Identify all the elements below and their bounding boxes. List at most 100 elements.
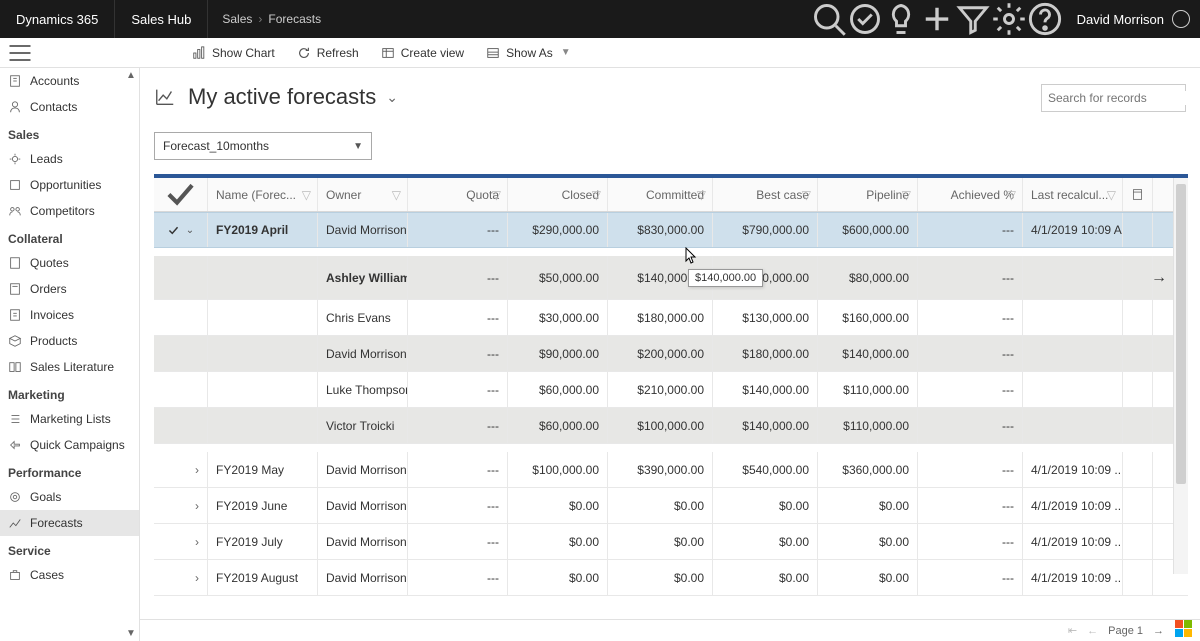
cell-owner[interactable]: David Morrison: [318, 488, 408, 523]
column-best-case[interactable]: Best case▽: [713, 178, 818, 211]
sidebar-item-invoices[interactable]: Invoices: [0, 302, 139, 328]
table-row[interactable]: Chris Evans --- $30,000.00 $180,000.00 $…: [154, 300, 1188, 336]
table-row[interactable]: David Morrison --- $90,000.00 $200,000.0…: [154, 336, 1188, 372]
create-view-label: Create view: [401, 46, 464, 60]
scroll-down-icon[interactable]: ▼: [124, 626, 138, 641]
sidebar-item-label: Sales Literature: [30, 360, 114, 374]
next-page-icon[interactable]: →: [1153, 625, 1164, 637]
table-row[interactable]: ⌄ FY2019 April David Morrison --- $290,0…: [154, 212, 1188, 248]
sidebar-item-goals[interactable]: Goals: [0, 484, 139, 510]
hamburger-icon[interactable]: [6, 39, 34, 67]
collapse-icon[interactable]: ⌄: [186, 225, 194, 236]
cell-name[interactable]: FY2019 May: [208, 452, 318, 487]
add-icon[interactable]: [919, 0, 955, 38]
lightbulb-icon[interactable]: [883, 0, 919, 38]
select-all-column[interactable]: [154, 178, 208, 211]
scroll-up-icon[interactable]: ▲: [124, 68, 138, 83]
sidebar-item-forecasts[interactable]: Forecasts: [0, 510, 139, 536]
expand-icon[interactable]: ›: [154, 488, 208, 523]
period-select[interactable]: Forecast_10months ▼: [154, 132, 372, 160]
show-chart-button[interactable]: Show Chart: [190, 42, 277, 64]
sidebar-item-products[interactable]: Products: [0, 328, 139, 354]
table-row[interactable]: › FY2019 June David Morrison --- $0.00 $…: [154, 488, 1188, 524]
search-icon[interactable]: [811, 0, 847, 38]
column-settings-icon[interactable]: [1123, 178, 1153, 211]
cell-owner[interactable]: David Morrison: [318, 336, 408, 371]
expand-icon[interactable]: ›: [154, 452, 208, 487]
column-name[interactable]: Name (Forec...▽: [208, 178, 318, 211]
cell-name[interactable]: FY2019 April: [208, 213, 318, 247]
cell-owner[interactable]: David Morrison: [318, 560, 408, 595]
sidebar-item-orders[interactable]: Orders: [0, 276, 139, 302]
sidebar-item-leads[interactable]: Leads: [0, 146, 139, 172]
sidebar-item-quick-campaigns[interactable]: Quick Campaigns: [0, 432, 139, 458]
scrollbar-thumb[interactable]: [1176, 184, 1186, 484]
cell-committed: $0.00: [608, 524, 713, 559]
search-input[interactable]: [1048, 91, 1200, 105]
table-row[interactable]: › FY2019 May David Morrison --- $100,000…: [154, 452, 1188, 488]
column-committed[interactable]: Committed▽: [608, 178, 713, 211]
drill-arrow-icon[interactable]: →: [1148, 267, 1153, 289]
cell-owner[interactable]: Chris Evans: [318, 300, 408, 335]
cell-owner[interactable]: Ashley Williams: [318, 256, 408, 299]
sidebar-item-accounts[interactable]: Accounts: [0, 68, 139, 94]
cell-pipeline: $110,000.00: [818, 408, 918, 443]
table-row[interactable]: Luke Thompson --- $60,000.00 $210,000.00…: [154, 372, 1188, 408]
cell-closed: $30,000.00: [508, 300, 608, 335]
column-closed[interactable]: Closed▽: [508, 178, 608, 211]
brand[interactable]: Dynamics 365: [0, 0, 115, 38]
sidebar-item-competitors[interactable]: Competitors: [0, 198, 139, 224]
table-row[interactable]: Ashley Williams --- $50,000.00 $140,000.…: [154, 256, 1188, 300]
refresh-button[interactable]: Refresh: [295, 42, 361, 64]
cell-name[interactable]: FY2019 June: [208, 488, 318, 523]
settings-icon[interactable]: [991, 0, 1027, 38]
cell-owner[interactable]: Luke Thompson: [318, 372, 408, 407]
vertical-scrollbar[interactable]: [1173, 178, 1188, 574]
sidebar-item-cases[interactable]: Cases: [0, 562, 139, 588]
cell-committed: $390,000.00: [608, 452, 713, 487]
sidebar-item-opportunities[interactable]: Opportunities: [0, 172, 139, 198]
sidebar-item-sales-literature[interactable]: Sales Literature: [0, 354, 139, 380]
column-achieved[interactable]: Achieved %▽: [918, 178, 1023, 211]
search-records[interactable]: [1041, 84, 1186, 112]
sidebar-item-label: Marketing Lists: [30, 412, 111, 426]
filter-icon: ▽: [1007, 188, 1016, 202]
cell-owner[interactable]: David Morrison: [318, 213, 408, 247]
sidebar-item-marketing-lists[interactable]: Marketing Lists: [0, 406, 139, 432]
help-icon[interactable]: [1027, 0, 1063, 38]
view-selector[interactable]: My active forecasts⌄: [188, 84, 398, 110]
cell-owner[interactable]: David Morrison: [318, 524, 408, 559]
column-quota[interactable]: Quota▽: [408, 178, 508, 211]
show-as-button[interactable]: Show As▼: [484, 42, 573, 64]
refresh-label: Refresh: [317, 46, 359, 60]
expand-icon[interactable]: ›: [154, 560, 208, 595]
breadcrumb-root[interactable]: Sales: [222, 12, 252, 26]
app-name[interactable]: Sales Hub: [115, 0, 208, 38]
cell-name[interactable]: FY2019 August: [208, 560, 318, 595]
table-row[interactable]: › FY2019 July David Morrison --- $0.00 $…: [154, 524, 1188, 560]
cell-quota: ---: [408, 372, 508, 407]
column-last-recalc[interactable]: Last recalcul...▽: [1023, 178, 1123, 211]
cell-owner[interactable]: David Morrison: [318, 452, 408, 487]
sidebar-item-quotes[interactable]: Quotes: [0, 250, 139, 276]
sidebar-item-label: Orders: [30, 282, 67, 296]
sidebar-item-contacts[interactable]: Contacts: [0, 94, 139, 120]
table-row[interactable]: Victor Troicki --- $60,000.00 $100,000.0…: [154, 408, 1188, 444]
first-page-icon[interactable]: ⇤: [1068, 624, 1077, 637]
breadcrumb-current[interactable]: Forecasts: [268, 12, 321, 26]
create-view-button[interactable]: Create view: [379, 42, 466, 64]
user-menu[interactable]: David Morrison: [1063, 10, 1200, 28]
person-icon: [1172, 10, 1190, 28]
column-pipeline[interactable]: Pipeline▽: [818, 178, 918, 211]
expand-icon[interactable]: ›: [154, 524, 208, 559]
chevron-down-icon: ⌄: [386, 89, 398, 106]
global-actions: [811, 0, 1063, 38]
cell-owner[interactable]: Victor Troicki: [318, 408, 408, 443]
prev-page-icon[interactable]: ←: [1087, 625, 1098, 637]
sidebar-item-label: Invoices: [30, 308, 74, 322]
cell-name[interactable]: FY2019 July: [208, 524, 318, 559]
filter-icon[interactable]: [955, 0, 991, 38]
table-row[interactable]: › FY2019 August David Morrison --- $0.00…: [154, 560, 1188, 596]
column-owner[interactable]: Owner▽: [318, 178, 408, 211]
task-icon[interactable]: [847, 0, 883, 38]
